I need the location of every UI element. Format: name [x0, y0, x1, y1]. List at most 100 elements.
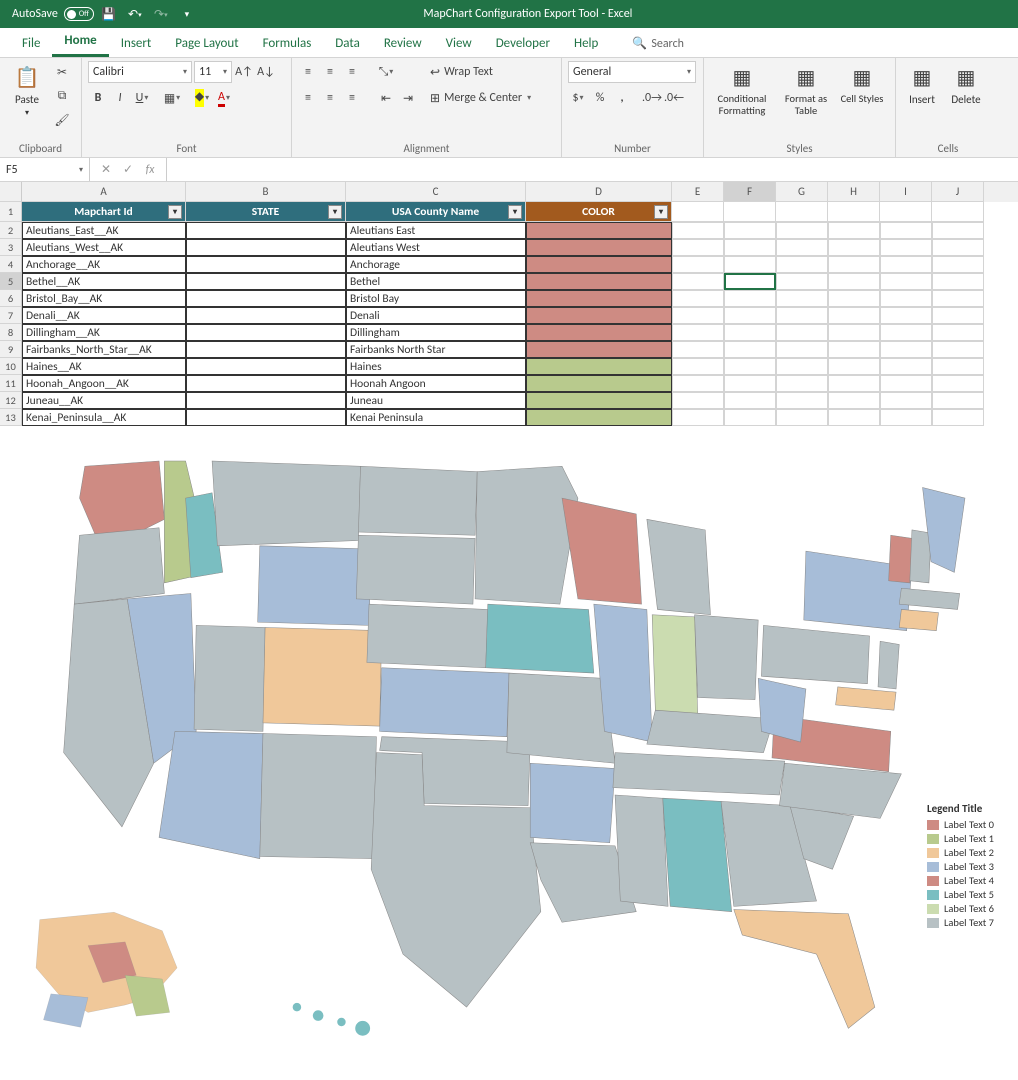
empty-cell[interactable] [828, 358, 880, 375]
cell-state[interactable] [186, 290, 346, 307]
cell-county[interactable]: Anchorage [346, 256, 526, 273]
empty-cell[interactable] [932, 341, 984, 358]
empty-cell[interactable] [880, 256, 932, 273]
cell-color[interactable] [526, 358, 672, 375]
empty-cell[interactable] [776, 341, 828, 358]
empty-cell[interactable] [672, 409, 724, 426]
cell-county[interactable]: Dillingham [346, 324, 526, 341]
column-header-G[interactable]: G [776, 182, 828, 202]
align-center-icon[interactable]: ≡ [320, 87, 340, 109]
percent-format-icon[interactable]: % [590, 87, 610, 109]
empty-cell[interactable] [672, 375, 724, 392]
cell-county[interactable]: Denali [346, 307, 526, 324]
cell-state[interactable] [186, 324, 346, 341]
italic-button[interactable]: I [110, 87, 130, 109]
cell-mapchart-id[interactable]: Aleutians_East__AK [22, 222, 186, 239]
empty-cell[interactable] [724, 392, 776, 409]
align-left-icon[interactable]: ≡ [298, 87, 318, 109]
cell-styles-button[interactable]: ▦ Cell Styles [838, 61, 886, 105]
autosave-toggle[interactable]: AutoSave Off [12, 7, 94, 21]
empty-cell[interactable] [880, 358, 932, 375]
empty-cell[interactable] [672, 239, 724, 256]
select-all-button[interactable] [0, 182, 22, 202]
empty-cell[interactable] [932, 290, 984, 307]
tab-page-layout[interactable]: Page Layout [163, 30, 250, 57]
empty-cell[interactable] [932, 239, 984, 256]
empty-cell[interactable] [880, 324, 932, 341]
empty-cell[interactable] [880, 409, 932, 426]
empty-cell[interactable] [828, 341, 880, 358]
filter-arrow-icon[interactable]: ▾ [168, 205, 182, 219]
empty-cell[interactable] [724, 324, 776, 341]
row-header-1[interactable]: 1 [0, 202, 22, 222]
empty-cell[interactable] [828, 392, 880, 409]
empty-cell[interactable] [724, 273, 776, 290]
empty-cell[interactable] [776, 273, 828, 290]
row-header-2[interactable]: 2 [0, 222, 22, 239]
fill-color-button[interactable]: ◆▾ [192, 87, 212, 109]
cell-state[interactable] [186, 341, 346, 358]
empty-cell[interactable] [880, 273, 932, 290]
orientation-icon[interactable]: ⤡▾ [376, 61, 396, 83]
conditional-formatting-button[interactable]: ▦ Conditional Formatting [710, 61, 774, 116]
empty-cell[interactable] [776, 324, 828, 341]
align-top-icon[interactable]: ≡ [298, 61, 318, 83]
cell-county[interactable]: Bristol Bay [346, 290, 526, 307]
column-header-A[interactable]: A [22, 182, 186, 202]
column-header-I[interactable]: I [880, 182, 932, 202]
cell-color[interactable] [526, 239, 672, 256]
empty-cell[interactable] [724, 239, 776, 256]
empty-cell[interactable] [828, 239, 880, 256]
column-header-E[interactable]: E [672, 182, 724, 202]
empty-cell[interactable] [724, 307, 776, 324]
decrease-decimal-icon[interactable]: .0← [664, 87, 684, 109]
empty-cell[interactable] [932, 307, 984, 324]
empty-cell[interactable] [932, 358, 984, 375]
row-header-4[interactable]: 4 [0, 256, 22, 273]
font-color-button[interactable]: A▾ [214, 87, 234, 109]
cell-state[interactable] [186, 239, 346, 256]
table-header-color[interactable]: COLOR▾ [526, 202, 672, 222]
empty-cell[interactable] [776, 222, 828, 239]
cell-mapchart-id[interactable]: Dillingham__AK [22, 324, 186, 341]
cell-color[interactable] [526, 273, 672, 290]
column-header-J[interactable]: J [932, 182, 984, 202]
empty-cell[interactable] [724, 409, 776, 426]
row-header-12[interactable]: 12 [0, 392, 22, 409]
cell-state[interactable] [186, 256, 346, 273]
empty-cell[interactable] [932, 256, 984, 273]
cell-color[interactable] [526, 256, 672, 273]
cell-state[interactable] [186, 392, 346, 409]
empty-cell[interactable] [672, 222, 724, 239]
accounting-format-icon[interactable]: $▾ [568, 87, 588, 109]
tab-file[interactable]: File [10, 30, 52, 57]
row-header-5[interactable]: 5 [0, 273, 22, 290]
empty-cell[interactable] [828, 273, 880, 290]
row-header-10[interactable]: 10 [0, 358, 22, 375]
decrease-font-icon[interactable]: A↓ [256, 61, 276, 83]
cut-icon[interactable]: ✂ [52, 61, 72, 83]
font-size-select[interactable]: 11▾ [194, 61, 232, 83]
cell-county[interactable]: Fairbanks North Star [346, 341, 526, 358]
row-header-13[interactable]: 13 [0, 409, 22, 426]
empty-cell[interactable] [672, 307, 724, 324]
empty-cell[interactable] [828, 409, 880, 426]
table-header-state[interactable]: STATE▾ [186, 202, 346, 222]
cell-color[interactable] [526, 409, 672, 426]
align-bottom-icon[interactable]: ≡ [342, 61, 362, 83]
cell-color[interactable] [526, 324, 672, 341]
insert-cells-button[interactable]: ▦ Insert [902, 61, 942, 106]
cell-county[interactable]: Aleutians East [346, 222, 526, 239]
increase-decimal-icon[interactable]: .0→ [642, 87, 662, 109]
empty-cell[interactable] [672, 358, 724, 375]
worksheet-grid[interactable]: ABCDEFGHIJ 12345678910111213 Mapchart Id… [0, 182, 1018, 432]
empty-cell[interactable] [880, 341, 932, 358]
cancel-formula-icon[interactable]: ✕ [96, 162, 116, 177]
delete-cells-button[interactable]: ▦ Delete [946, 61, 986, 106]
undo-icon[interactable]: ↶▾ [124, 3, 146, 25]
format-painter-icon[interactable]: 🖌 [52, 109, 72, 131]
fx-icon[interactable]: fx [140, 163, 160, 177]
cell-color[interactable] [526, 290, 672, 307]
table-header-county[interactable]: USA County Name▾ [346, 202, 526, 222]
cell-mapchart-id[interactable]: Bethel__AK [22, 273, 186, 290]
